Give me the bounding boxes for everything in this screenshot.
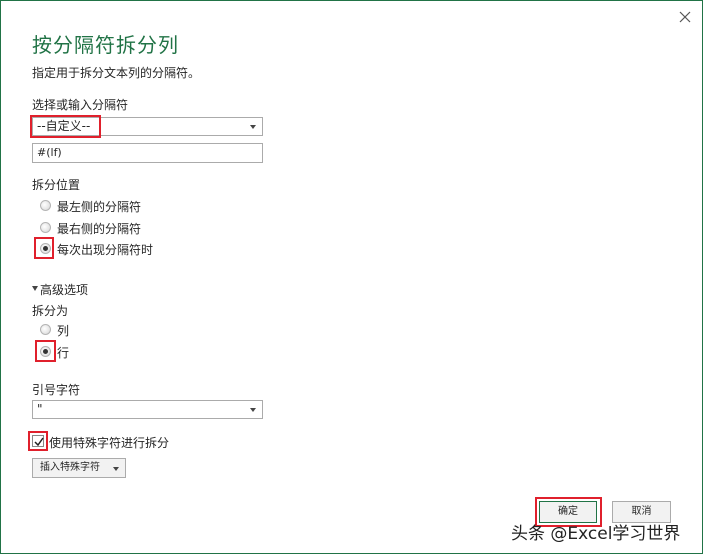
collapse-triangle-icon[interactable] <box>32 286 38 291</box>
checkmark-icon <box>34 437 44 447</box>
radio-columns[interactable] <box>40 324 51 335</box>
chevron-down-icon <box>250 125 256 129</box>
chevron-down-icon <box>250 408 256 412</box>
dialog-title: 按分隔符拆分列 <box>32 33 179 57</box>
quote-char-value: " <box>37 402 43 416</box>
split-into-label: 拆分为 <box>32 304 69 318</box>
radio-rightmost[interactable] <box>40 222 51 233</box>
delimiter-label: 选择或输入分隔符 <box>32 98 129 112</box>
radio-rightmost-label: 最右侧的分隔符 <box>57 222 142 236</box>
insert-special-char-button[interactable]: 插入特殊字符 <box>32 458 126 478</box>
quote-char-label: 引号字符 <box>32 383 81 397</box>
split-column-dialog: 按分隔符拆分列 指定用于拆分文本列的分隔符。 选择或输入分隔符 --自定义-- … <box>0 0 703 554</box>
radio-leftmost[interactable] <box>40 200 51 211</box>
radio-each-occurrence-label: 每次出现分隔符时 <box>57 243 154 257</box>
special-chars-label: 使用特殊字符进行拆分 <box>49 436 170 450</box>
watermark: 头条 @Excel学习世界 <box>511 524 681 544</box>
advanced-options-toggle[interactable]: 高级选项 <box>40 281 88 298</box>
insert-special-char-label: 插入特殊字符 <box>40 462 100 473</box>
dialog-subtitle: 指定用于拆分文本列的分隔符。 <box>32 66 201 80</box>
chevron-down-icon <box>113 467 119 471</box>
quote-char-select[interactable]: " <box>32 400 263 419</box>
special-chars-checkbox[interactable] <box>32 435 44 447</box>
delimiter-select-value: --自定义-- <box>37 119 91 133</box>
split-at-label: 拆分位置 <box>32 178 81 192</box>
radio-leftmost-label: 最左侧的分隔符 <box>57 200 142 214</box>
radio-rows-label: 行 <box>57 346 70 360</box>
radio-rows[interactable] <box>40 346 51 357</box>
close-button[interactable] <box>675 7 695 27</box>
delimiter-select[interactable]: --自定义-- <box>32 117 263 136</box>
close-icon <box>679 11 691 23</box>
radio-columns-label: 列 <box>57 324 70 338</box>
radio-each-occurrence[interactable] <box>40 243 51 254</box>
custom-delimiter-input[interactable]: #(lf) <box>32 143 263 163</box>
